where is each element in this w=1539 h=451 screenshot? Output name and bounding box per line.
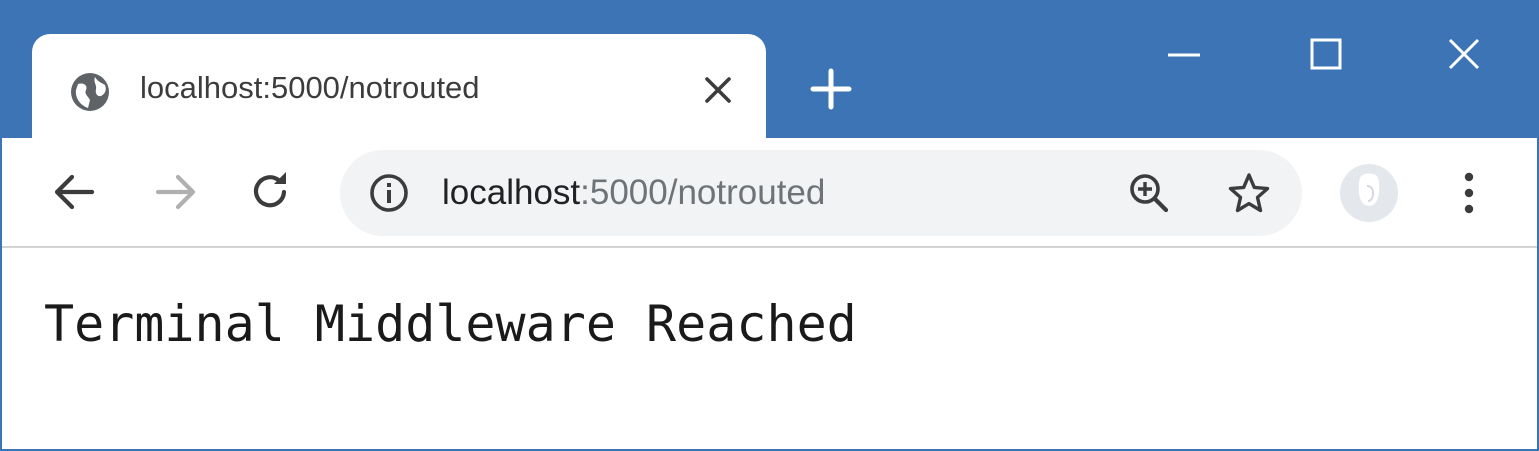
avatar-icon[interactable] xyxy=(1338,162,1400,224)
close-icon[interactable] xyxy=(698,70,738,110)
forward-button[interactable] xyxy=(150,166,202,218)
address-bar[interactable]: localhost:5000/notrouted xyxy=(340,150,1302,236)
url-host: localhost xyxy=(442,173,581,212)
globe-icon xyxy=(71,73,109,111)
maximize-button[interactable] xyxy=(1296,30,1356,80)
more-vertical-icon[interactable] xyxy=(1446,166,1492,220)
page-content: Terminal Middleware Reached xyxy=(2,250,1537,449)
window-close-button[interactable] xyxy=(1434,30,1494,80)
info-icon[interactable] xyxy=(368,172,410,214)
url-path: :5000/notrouted xyxy=(580,173,826,212)
browser-window: localhost:5000/notrouted localhost:5000/… xyxy=(0,0,1539,451)
new-tab-button[interactable] xyxy=(808,66,854,112)
minimize-button[interactable] xyxy=(1154,30,1214,80)
tab-title: localhost:5000/notrouted xyxy=(140,70,480,105)
page-message: Terminal Middleware Reached xyxy=(44,295,857,353)
back-button[interactable] xyxy=(48,166,100,218)
reload-button[interactable] xyxy=(244,166,296,218)
active-tab[interactable]: localhost:5000/notrouted xyxy=(32,34,766,144)
url-text[interactable]: localhost:5000/notrouted xyxy=(442,170,825,216)
title-bar: localhost:5000/notrouted xyxy=(2,2,1537,144)
star-icon[interactable] xyxy=(1226,170,1272,216)
navigation-toolbar: localhost:5000/notrouted xyxy=(2,138,1537,248)
zoom-icon[interactable] xyxy=(1126,170,1172,216)
